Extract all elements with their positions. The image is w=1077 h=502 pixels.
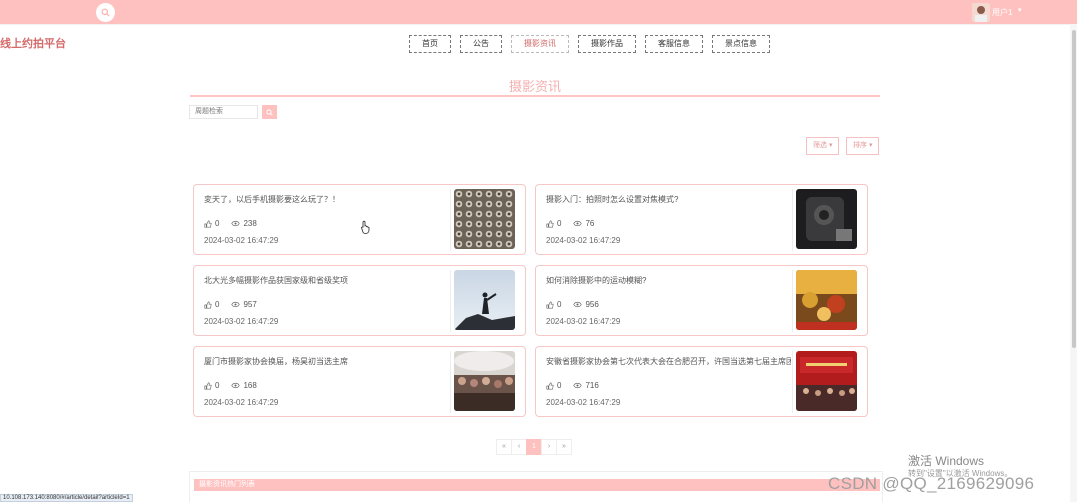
page-prev-button[interactable]: ‹ (511, 439, 527, 455)
site-title[interactable]: 线上约拍平台 (0, 35, 66, 51)
article-thumbnail[interactable] (796, 270, 857, 330)
search-icon (266, 108, 273, 116)
article-thumbnail[interactable] (796, 351, 857, 411)
article-card[interactable]: 北大光多幅摄影作品获国家级和省级奖项 0 957 2024-03-02 16:4… (193, 265, 526, 336)
search-button[interactable] (262, 105, 277, 119)
hot-list-title: 摄影资讯热门列表 (194, 479, 880, 491)
thumbs-up-icon[interactable] (204, 300, 212, 309)
main-nav: 首页 公告 摄影资讯 摄影作品 客服信息 景点信息 (409, 35, 770, 53)
like-count: 0 (557, 381, 562, 390)
article-stats: 0 76 (546, 219, 594, 228)
pagination: « ‹ 1 › » (496, 439, 572, 455)
article-title[interactable]: 安徽省摄影家协会第七次代表大会在合肥召开，许国当选第七届主席团 (546, 356, 791, 367)
title-underline (190, 95, 880, 97)
eye-icon (573, 301, 583, 308)
article-stats: 0 168 (204, 381, 257, 390)
article-time: 2024-03-02 16:47:29 (546, 236, 621, 245)
eye-icon (231, 220, 241, 227)
like-count: 0 (215, 381, 220, 390)
view-count: 956 (585, 300, 599, 309)
article-card[interactable]: 厦门市摄影家协会换届，杨昊初当选主席 0 168 2024-03-02 16:4… (193, 346, 526, 417)
article-stats: 0 238 (204, 219, 257, 228)
article-card[interactable]: 安徽省摄影家协会第七次代表大会在合肥召开，许国当选第七届主席团 0 716 20… (535, 346, 868, 417)
thumbs-up-icon[interactable] (204, 219, 212, 228)
page-title: 摄影资讯 (508, 79, 561, 94)
article-card[interactable]: 変天了，以后手机摄影要这么玩了？！ 0 238 2024-03-02 16:47… (193, 184, 526, 255)
scrollbar-thumb[interactable] (1072, 30, 1076, 348)
thumbs-up-icon[interactable] (546, 381, 554, 390)
like-count: 0 (215, 219, 220, 228)
article-time: 2024-03-02 16:47:29 (204, 398, 279, 407)
filter-label: 筛选 (813, 142, 827, 149)
view-count: 238 (243, 219, 257, 228)
page-current-button[interactable]: 1 (526, 439, 542, 455)
like-count: 0 (557, 219, 562, 228)
article-card[interactable]: 如何消除摄影中的运动模糊? 0 956 2024-03-02 16:47:29 (535, 265, 868, 336)
page-next-button[interactable]: › (541, 439, 557, 455)
hot-list-panel: 摄影资讯热门列表 (189, 471, 883, 502)
article-title[interactable]: 摄影入门：拍照时怎么设置对焦模式? (546, 194, 791, 205)
nav-announcement[interactable]: 公告 (460, 35, 502, 53)
like-count: 0 (557, 300, 562, 309)
card-divider (792, 189, 793, 251)
user-name-label[interactable]: 用户1 (992, 7, 1012, 18)
filter-button[interactable]: 筛选 ▾ (806, 137, 840, 155)
windows-activation-title: 激活 Windows (908, 454, 985, 468)
article-title[interactable]: 北大光多幅摄影作品获国家级和省级奖项 (204, 275, 449, 286)
article-stats: 0 716 (546, 381, 599, 390)
search-toggle-button[interactable] (96, 3, 115, 22)
article-title[interactable]: 如何消除摄影中的运动模糊? (546, 275, 791, 286)
like-count: 0 (215, 300, 220, 309)
nav-scenic-spots[interactable]: 景点信息 (712, 35, 770, 53)
card-divider (450, 270, 451, 332)
nav-customer-service[interactable]: 客服信息 (645, 35, 703, 53)
eye-icon (573, 220, 583, 227)
nav-photo-works[interactable]: 摄影作品 (578, 35, 636, 53)
sort-label: 排序 (853, 142, 867, 149)
article-time: 2024-03-02 16:47:29 (546, 398, 621, 407)
user-avatar[interactable] (972, 3, 990, 22)
page-last-button[interactable]: » (556, 439, 572, 455)
thumbs-up-icon[interactable] (546, 300, 554, 309)
eye-icon (231, 301, 241, 308)
page-first-button[interactable]: « (496, 439, 512, 455)
article-time: 2024-03-02 16:47:29 (204, 317, 279, 326)
card-divider (450, 351, 451, 413)
card-divider (792, 270, 793, 332)
view-count: 168 (243, 381, 257, 390)
view-count: 76 (585, 219, 595, 228)
status-bar-url: 10.108.173.140:8080/#/article/detail?art… (0, 494, 133, 502)
article-time: 2024-03-02 16:47:29 (204, 236, 279, 245)
search-input[interactable]: 周题检索 (189, 105, 258, 119)
nav-photo-news[interactable]: 摄影资讯 (511, 35, 569, 53)
header-divider (0, 24, 1077, 25)
article-card[interactable]: 摄影入门：拍照时怎么设置对焦模式? 0 76 2024-03-02 16:47:… (535, 184, 868, 255)
eye-icon (231, 382, 241, 389)
article-thumbnail[interactable] (796, 189, 857, 249)
sort-button[interactable]: 排序 ▾ (846, 137, 880, 155)
view-count: 957 (243, 300, 257, 309)
article-title[interactable]: 厦门市摄影家协会换届，杨昊初当选主席 (204, 356, 449, 367)
chevron-down-icon[interactable]: ▾ (1018, 6, 1022, 14)
thumbs-up-icon[interactable] (546, 219, 554, 228)
top-bar (0, 0, 1077, 24)
article-thumbnail[interactable] (454, 270, 515, 330)
hand-cursor-icon (361, 220, 370, 234)
article-time: 2024-03-02 16:47:29 (546, 317, 621, 326)
csdn-watermark: CSDN @QQ_2169629096 (828, 474, 1035, 493)
search-icon (101, 8, 110, 17)
article-thumbnail[interactable] (454, 189, 515, 249)
eye-icon (573, 382, 583, 389)
card-divider (792, 351, 793, 413)
card-divider (450, 189, 451, 251)
article-stats: 0 956 (546, 300, 599, 309)
nav-home[interactable]: 首页 (409, 35, 451, 53)
thumbs-up-icon[interactable] (204, 381, 212, 390)
article-title[interactable]: 変天了，以后手机摄影要这么玩了？！ (204, 194, 449, 205)
article-stats: 0 957 (204, 300, 257, 309)
article-thumbnail[interactable] (454, 351, 515, 411)
view-count: 716 (585, 381, 599, 390)
